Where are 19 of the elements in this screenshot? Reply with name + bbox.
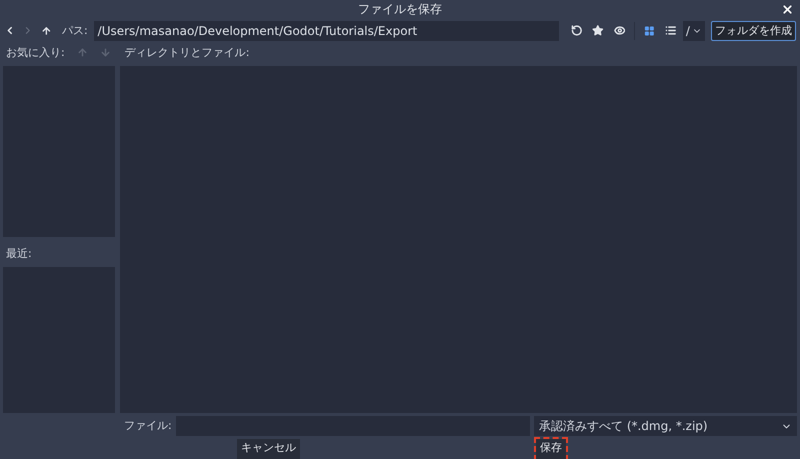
grid-view-icon[interactable] — [644, 24, 656, 37]
filter-dropdown[interactable]: 承認済みすべて (*.dmg, *.zip) — [534, 416, 797, 436]
save-button[interactable]: 保存 — [536, 438, 566, 459]
create-folder-button[interactable]: フォルダを作成 — [711, 20, 796, 41]
file-label: ファイル: — [124, 418, 172, 434]
cancel-button[interactable]: キャンセル — [237, 438, 300, 459]
list-view-icon[interactable] — [665, 24, 677, 38]
files-label: ディレクトリとファイル: — [124, 44, 250, 61]
up-icon[interactable] — [41, 24, 52, 37]
refresh-icon[interactable] — [570, 24, 582, 38]
star-icon[interactable] — [592, 24, 604, 38]
recent-label: 最近: — [6, 246, 33, 262]
drive-dropdown[interactable]: / — [682, 20, 706, 41]
eye-icon[interactable] — [614, 24, 626, 38]
window-title: ファイルを保存 — [358, 1, 442, 18]
close-icon[interactable] — [781, 3, 794, 16]
path-field[interactable]: /Users/masanao/Development/Godot/Tutorials/Export — [94, 20, 559, 41]
path-label: パス: — [62, 22, 88, 39]
favorites-label: お気に入り: — [6, 44, 65, 61]
